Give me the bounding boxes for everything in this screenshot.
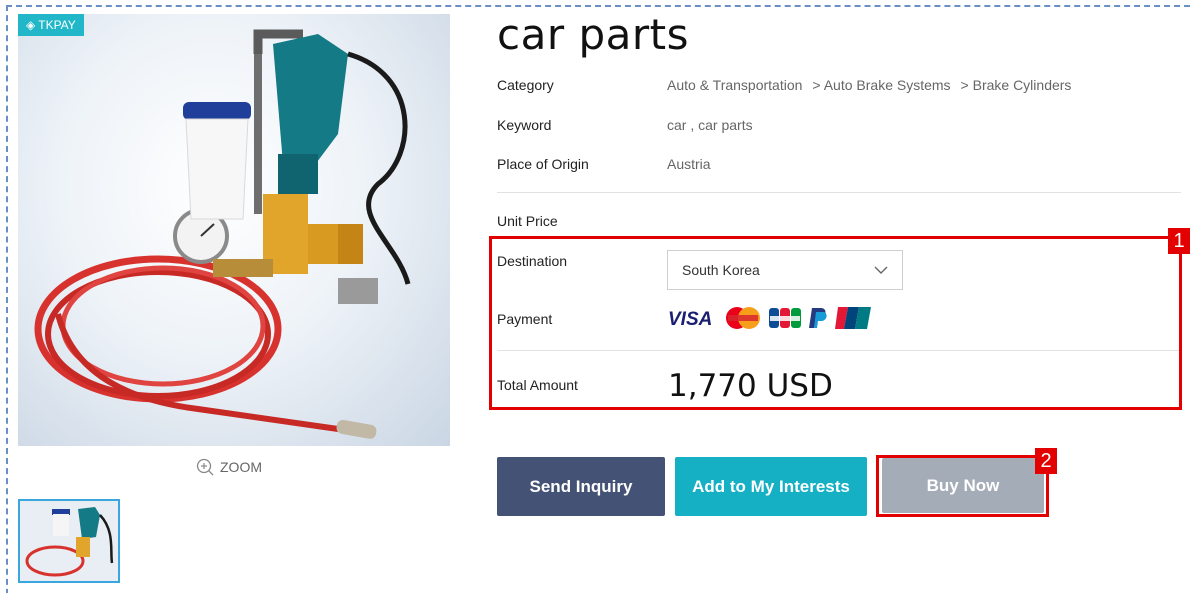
breadcrumb-item-auto-transportation[interactable]: Auto & Transportation [667,77,802,93]
payment-label: Payment [497,311,553,327]
tkpay-label: TKPAY [38,18,76,32]
paypal-icon [807,306,829,330]
chevron-down-icon [874,266,888,274]
category-breadcrumb: Auto & Transportation > Auto Brake Syste… [667,77,1071,93]
mastercard-icon [723,306,763,330]
payment-divider [497,350,1181,351]
payment-methods: VISA [667,306,871,330]
zoom-label: ZOOM [220,459,262,475]
keyword-value: car , car parts [667,117,753,133]
destination-selected-value: South Korea [682,262,760,278]
send-inquiry-button[interactable]: Send Inquiry [497,457,665,516]
origin-value: Austria [667,156,711,172]
details-divider [497,192,1181,193]
highlight-number-2: 2 [1035,448,1057,474]
destination-select[interactable]: South Korea [667,250,903,290]
add-to-interests-button[interactable]: Add to My Interests [675,457,867,516]
pump-illustration [34,29,411,439]
product-thumbnail[interactable] [18,499,120,583]
jcb-icon [769,306,801,330]
product-main-image[interactable]: ◈ TKPAY [18,14,450,446]
visa-icon: VISA [667,306,717,330]
unit-price-label: Unit Price [497,213,558,229]
svg-text:VISA: VISA [668,309,712,329]
buy-now-button[interactable]: Buy Now [882,458,1044,513]
destination-label: Destination [497,253,568,269]
zoom-in-icon [196,458,214,476]
zoom-button[interactable]: ZOOM [196,458,262,476]
total-amount-value: 1,770 USD [668,368,833,404]
keyword-label: Keyword [497,117,552,133]
product-title: car parts [497,10,689,59]
tkpay-icon: ◈ [26,18,36,32]
breadcrumb-item-brake-cylinders[interactable]: > Brake Cylinders [961,77,1072,93]
highlight-number-1: 1 [1168,228,1190,254]
unionpay-icon [835,306,871,330]
tkpay-badge: ◈ TKPAY [18,14,84,36]
breadcrumb-item-auto-brake-systems[interactable]: > Auto Brake Systems [812,77,950,93]
category-label: Category [497,77,554,93]
thumbnail-image [25,507,114,577]
total-amount-label: Total Amount [497,377,578,393]
origin-label: Place of Origin [497,156,589,172]
